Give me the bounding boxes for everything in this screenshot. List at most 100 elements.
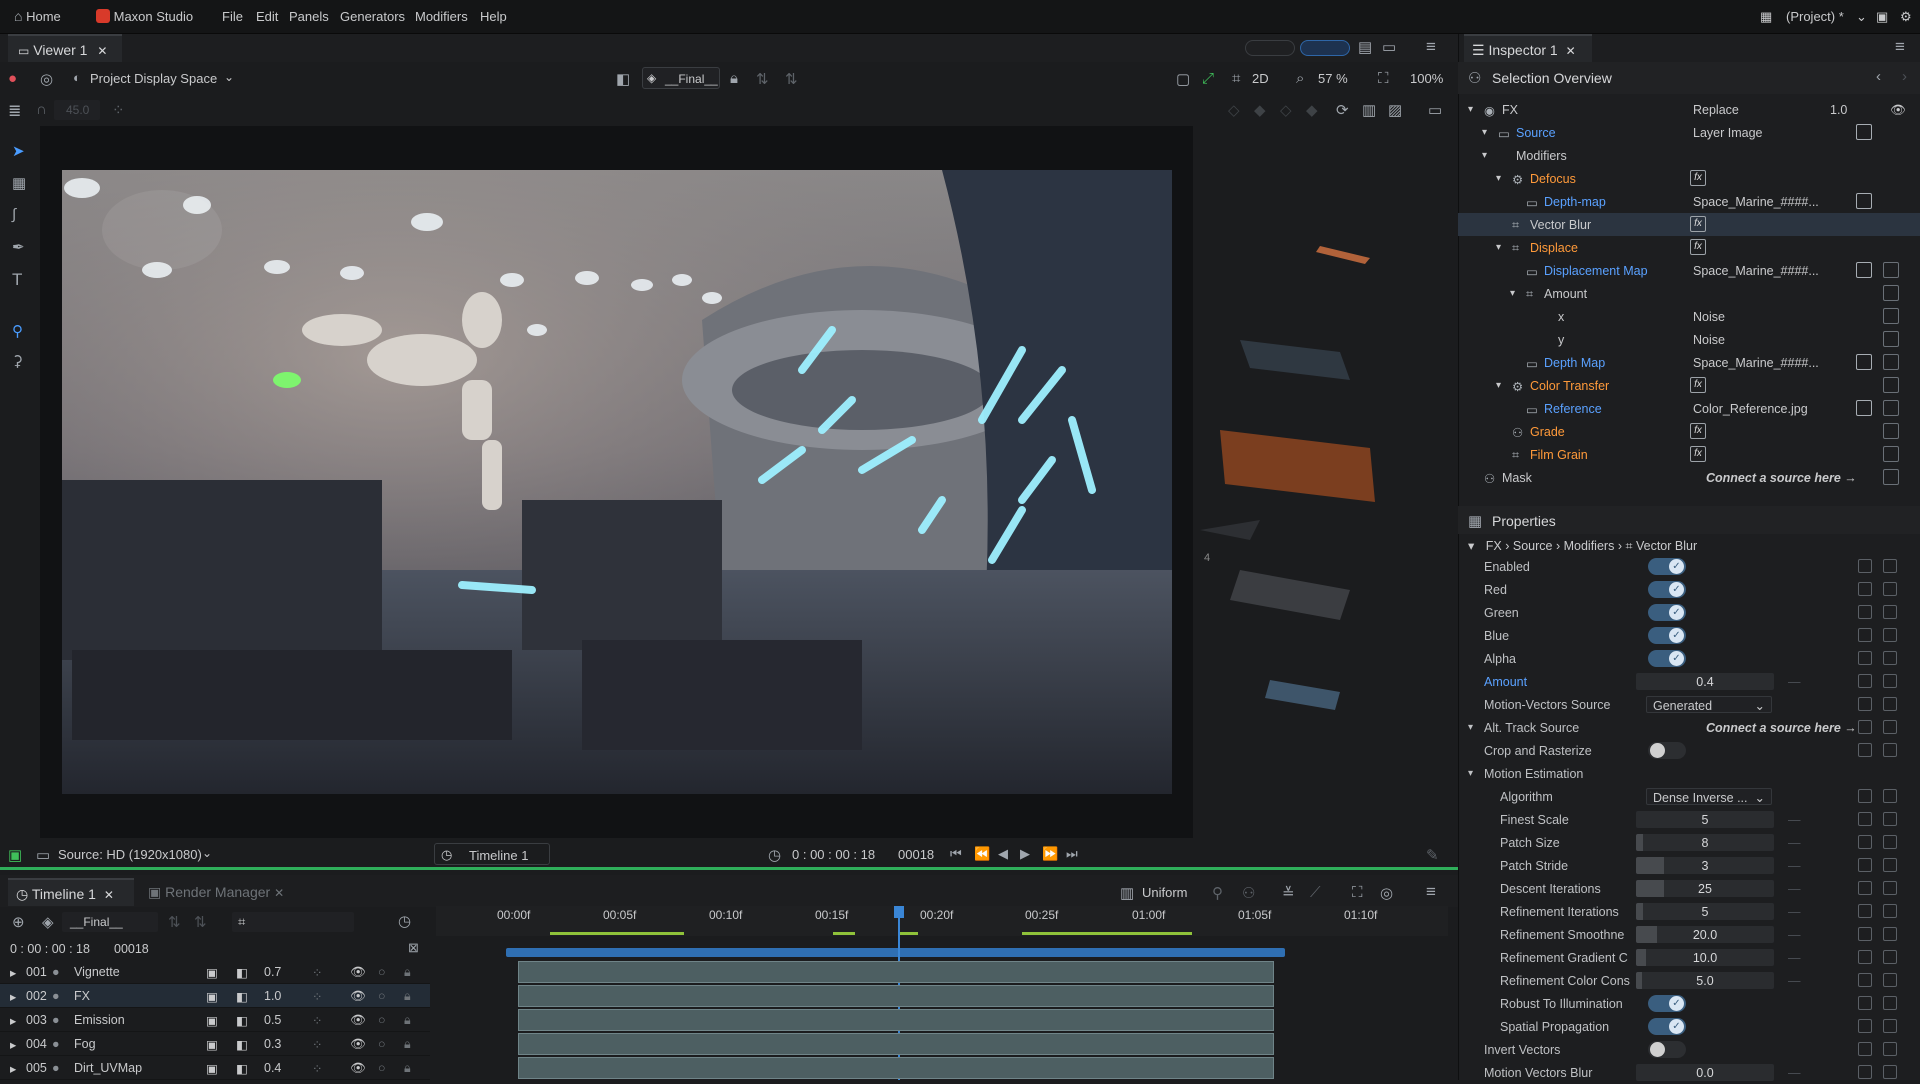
target-icon[interactable]: ◎ — [1380, 884, 1393, 902]
lock-icon[interactable] — [1883, 331, 1899, 347]
expand-chevron-icon[interactable]: ▾ — [1482, 150, 1487, 161]
timeline-select[interactable]: ◷ Timeline 1 — [434, 843, 550, 865]
lock-icon[interactable] — [1883, 651, 1897, 665]
timeline-frame[interactable]: 00018 — [114, 942, 149, 956]
fx-icon[interactable]: fx — [1690, 170, 1706, 186]
link-icon[interactable] — [1858, 1042, 1872, 1056]
chevron-down-icon[interactable]: ⌄ — [224, 70, 234, 84]
layer-color-icon[interactable]: ● — [52, 989, 60, 1003]
layer-color-icon[interactable]: ● — [52, 1061, 60, 1075]
expand-chevron-icon[interactable]: ▾ — [1468, 768, 1473, 779]
scale-value[interactable]: 100% — [1410, 71, 1443, 86]
lock-icon[interactable] — [1883, 354, 1899, 370]
expand-chevron-icon[interactable]: ▸ — [10, 1013, 16, 1028]
transform-icon[interactable]: ⤢ — [1202, 70, 1214, 87]
tree-row[interactable]: ▾ ⚙ Color Transfer fx — [1458, 374, 1920, 397]
tree-row[interactable]: ▾ ◉ FX Replace 1.0 👁︎ — [1458, 98, 1920, 121]
fx-icon[interactable]: fx — [1690, 423, 1706, 439]
expand-chevron-icon[interactable]: ▾ — [1496, 242, 1501, 253]
tree-row[interactable]: ▭ Displacement Map Space_Marine_####... — [1458, 259, 1920, 282]
sort-icon[interactable]: ⇅ — [194, 913, 207, 931]
blend-mode-icon[interactable]: ◧ — [236, 965, 248, 980]
lock-icon[interactable] — [1883, 789, 1897, 803]
step-forward-icon[interactable]: ⏩ — [1042, 846, 1058, 862]
app-menu-button[interactable]: Maxon Studio — [96, 9, 193, 24]
link-icon[interactable] — [1858, 973, 1872, 987]
layer-opacity[interactable]: 1.0 — [264, 989, 281, 1003]
layer-select[interactable]: ◈ __Final__ — [642, 67, 720, 89]
fullscreen-icon[interactable]: ⛶ — [1352, 884, 1363, 901]
breadcrumb-item[interactable]: FX — [1486, 539, 1502, 553]
fx-icon[interactable]: fx — [1690, 216, 1706, 232]
lock-icon[interactable] — [1883, 582, 1897, 596]
close-icon[interactable]: ✕ — [97, 44, 107, 58]
lock-icon[interactable] — [1883, 469, 1899, 485]
monitor-icon[interactable]: ▭ — [1382, 38, 1396, 56]
link-icon[interactable] — [1858, 904, 1872, 918]
tree-row[interactable]: ▾ ⌗ Amount — [1458, 282, 1920, 305]
breadcrumb-item[interactable]: Vector Blur — [1636, 539, 1697, 553]
lock-icon[interactable] — [1883, 904, 1897, 918]
eye-icon[interactable]: 👁︎ — [350, 1037, 366, 1052]
solo-icon[interactable]: ○ — [378, 965, 386, 979]
layout-icon[interactable]: ▦ — [1760, 9, 1772, 25]
expand-chevron-icon[interactable]: ▾ — [1482, 127, 1487, 138]
zoom-value[interactable]: 57 % — [1318, 71, 1348, 86]
lock-icon[interactable] — [1883, 674, 1897, 688]
playhead-handle[interactable] — [894, 906, 904, 918]
expand-chevron-icon[interactable]: ▾ — [1468, 104, 1473, 115]
layer-row[interactable]: ▸ 002 ● FX ▣ ◧ 1.0 ⁘ 👁︎ ○ 🔒︎ — [0, 984, 430, 1008]
color-wheel-icon[interactable]: ● — [8, 70, 17, 87]
skip-start-icon[interactable]: ⏮ — [950, 846, 962, 862]
lock-icon[interactable] — [1883, 720, 1897, 734]
toggle-switch[interactable]: ✓ — [1648, 1018, 1686, 1035]
tab-render-manager[interactable]: ▣ Render Manager ✕ — [148, 884, 284, 901]
interpolation-select[interactable]: Uniform — [1142, 885, 1188, 900]
chevron-down-icon[interactable]: ⌄ — [202, 846, 212, 860]
expand-chevron-icon[interactable]: ▸ — [10, 965, 16, 980]
viewer-frame[interactable]: 00018 — [898, 847, 934, 862]
source-link-icon[interactable] — [1856, 400, 1872, 416]
lock-icon[interactable] — [1883, 308, 1899, 324]
link-icon[interactable] — [1858, 812, 1872, 826]
layer-clip[interactable] — [518, 1057, 1274, 1079]
layout-pill-1[interactable] — [1245, 40, 1295, 56]
lock-icon[interactable] — [1883, 812, 1897, 826]
layer-clip[interactable] — [518, 1009, 1274, 1031]
expand-chevron-icon[interactable]: ▾ — [1510, 288, 1515, 299]
close-icon[interactable]: ✕ — [1566, 44, 1576, 58]
menu-help[interactable]: Help — [480, 9, 507, 24]
fx-icon[interactable]: fx — [1690, 377, 1706, 393]
tree-row[interactable]: ▾ ⌗ Displace fx — [1458, 236, 1920, 259]
expand-chevron-icon[interactable]: ▸ — [10, 989, 16, 1004]
tree-row-value[interactable]: Connect a source here → — [1706, 471, 1857, 485]
toggle-switch[interactable]: ✓ — [1648, 581, 1686, 598]
tree-row[interactable]: ⌗ Film Grain fx — [1458, 443, 1920, 466]
connect-source-link[interactable]: Connect a source here → — [1706, 721, 1857, 735]
menu-file[interactable]: File — [222, 9, 243, 24]
link-icon[interactable] — [1858, 1019, 1872, 1033]
tree-row[interactable]: x Noise — [1458, 305, 1920, 328]
grid-icon[interactable]: ⁘ — [112, 101, 125, 119]
expand-chevron-icon[interactable]: ▾ — [1496, 173, 1501, 184]
people-icon[interactable]: ⚇ — [1242, 884, 1255, 902]
play-icon[interactable]: ▶ — [1020, 846, 1030, 862]
toggle-switch[interactable] — [1648, 1041, 1686, 1058]
lock-icon[interactable] — [1883, 881, 1897, 895]
link-icon[interactable] — [1858, 720, 1872, 734]
lock-icon[interactable] — [1883, 1042, 1897, 1056]
tree-row[interactable]: y Noise — [1458, 328, 1920, 351]
prev-key-icon[interactable]: ◇ — [1228, 101, 1240, 119]
lock-icon[interactable] — [1883, 605, 1897, 619]
toggle-switch[interactable]: ✓ — [1648, 650, 1686, 667]
motion-blur-icon[interactable]: ⁘ — [312, 1037, 322, 1052]
lock-icon[interactable] — [1883, 400, 1899, 416]
value-slider[interactable]: 5.0 — [1636, 972, 1774, 989]
layout-pill-2[interactable] — [1300, 40, 1350, 56]
layer-search-input[interactable]: ⌗ — [232, 912, 354, 932]
link-icon[interactable] — [1858, 559, 1872, 573]
solo-icon[interactable]: ○ — [378, 1037, 386, 1051]
blend-mode-icon[interactable]: ◧ — [236, 1013, 248, 1028]
timeline-timecode[interactable]: 0 : 00 : 00 : 18 — [10, 942, 90, 956]
menu-generators[interactable]: Generators — [340, 9, 405, 24]
